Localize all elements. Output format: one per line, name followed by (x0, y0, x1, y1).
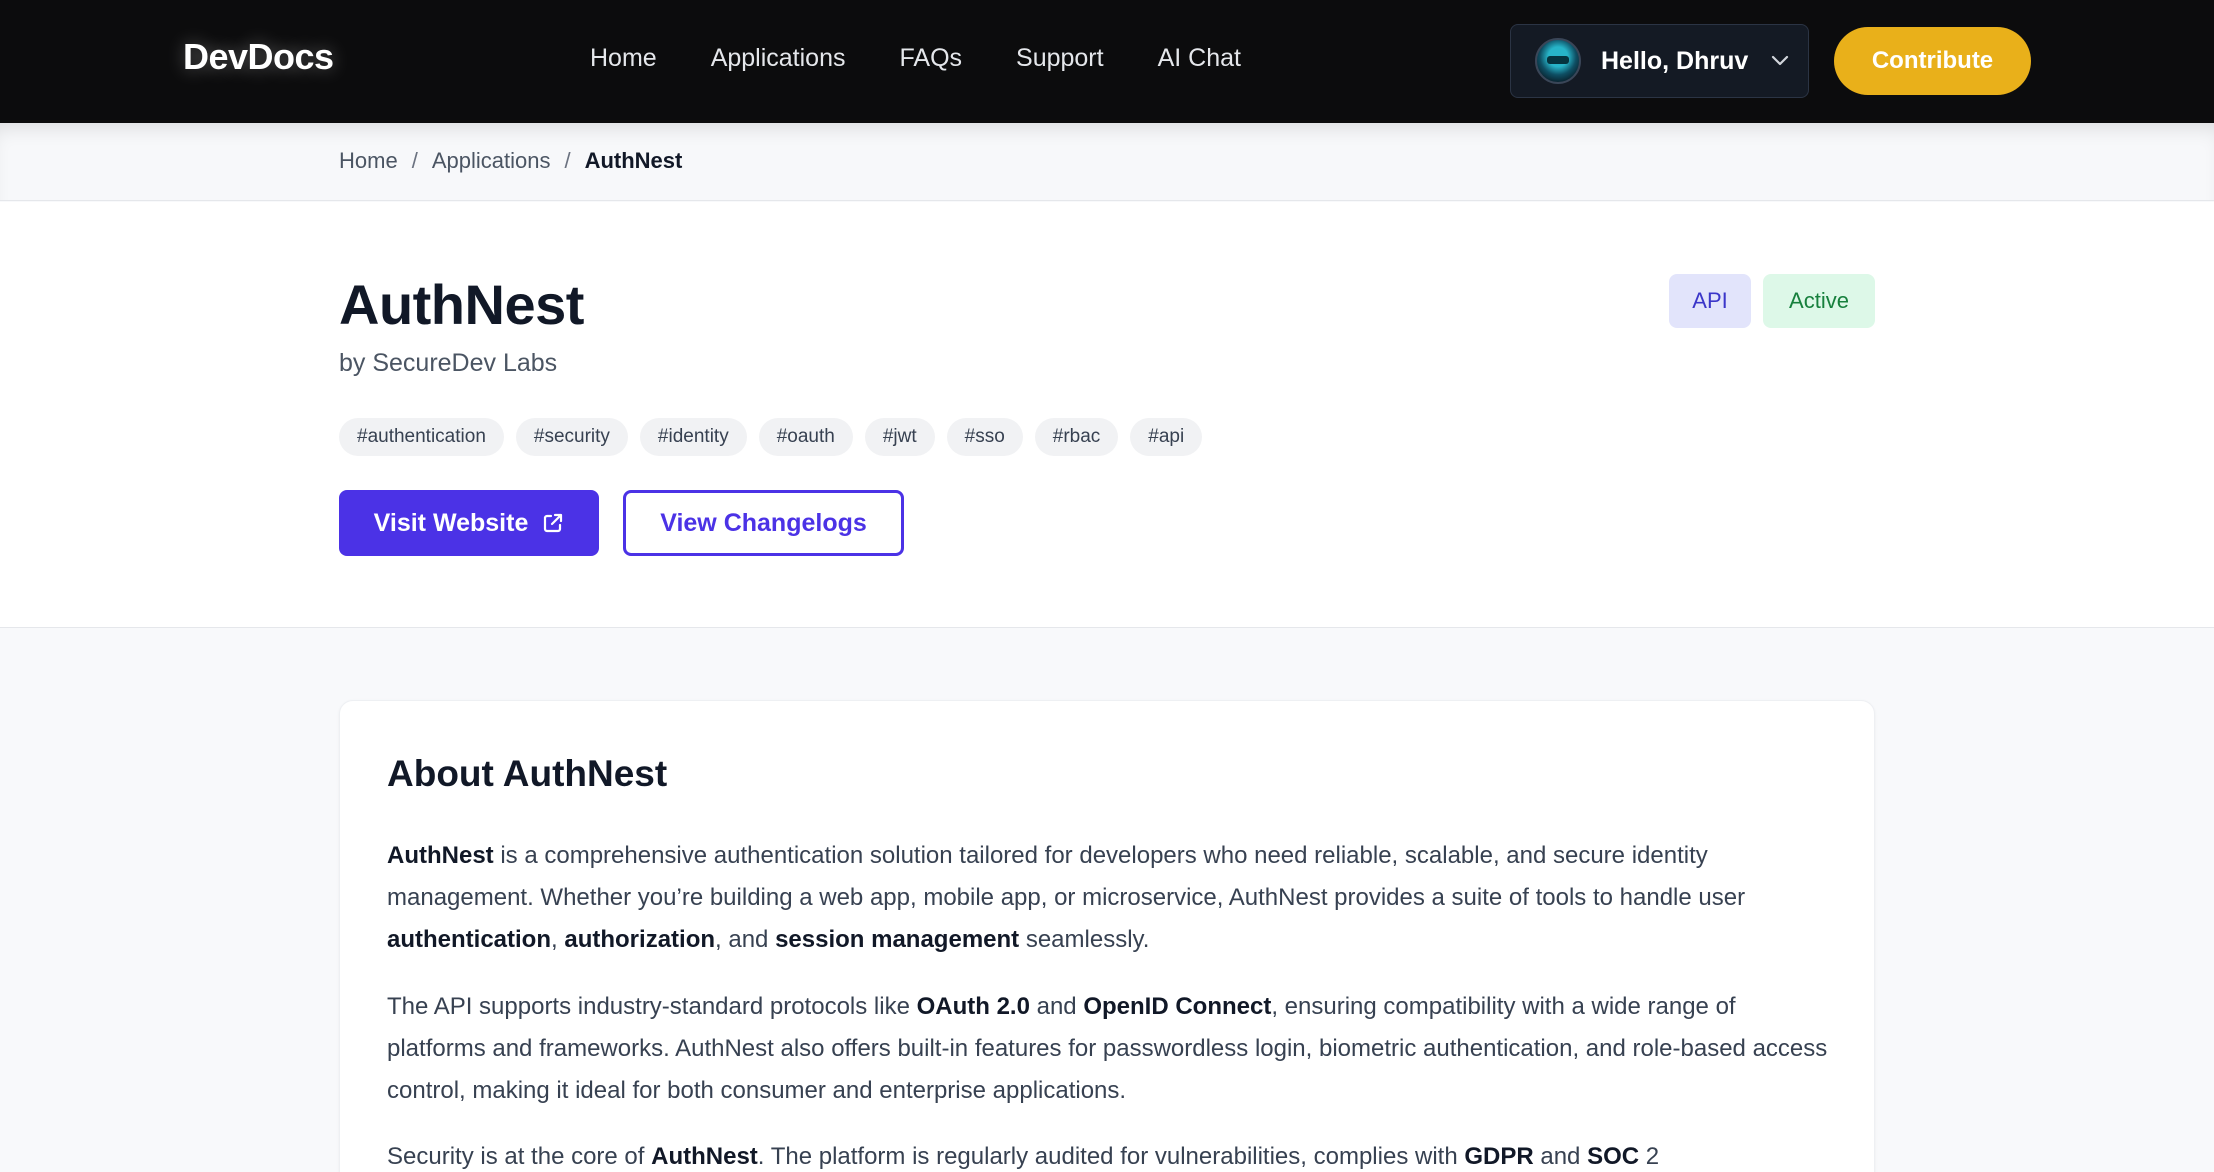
bold-text: AuthNest (651, 1143, 758, 1170)
about-paragraph-3: Security is at the core of AuthNest. The… (387, 1136, 1837, 1172)
tag-api[interactable]: #api (1130, 418, 1203, 456)
breadcrumb-bar: Home / Applications / AuthNest (0, 123, 2214, 201)
tag-oauth[interactable]: #oauth (758, 418, 853, 456)
about-paragraph-2: The API supports industry-standard proto… (387, 986, 1837, 1112)
breadcrumb-home[interactable]: Home (339, 148, 398, 174)
text-span: , (551, 926, 565, 953)
visit-website-button[interactable]: Visit Website (339, 490, 599, 556)
text-span: . The platform is regularly audited for … (757, 1143, 1465, 1170)
tag-jwt[interactable]: #jwt (864, 418, 935, 456)
bold-text: OAuth 2.0 (916, 993, 1030, 1020)
about-card: About AuthNest AuthNest is a comprehensi… (339, 700, 1875, 1172)
breadcrumb-separator: / (564, 148, 571, 173)
nav-applications[interactable]: Applications (711, 44, 846, 73)
bold-text: session management (775, 926, 1020, 953)
app-header-section: AuthNest by SecureDev Labs API Active #a… (0, 202, 2214, 628)
badge-group: API Active (1669, 274, 1875, 328)
bold-text: authorization (564, 926, 716, 953)
tag-sso[interactable]: #sso (946, 418, 1023, 456)
bold-text: SOC (1587, 1143, 1640, 1170)
tag-security[interactable]: #security (515, 418, 628, 456)
text-span: and (1029, 993, 1084, 1020)
about-heading: About AuthNest (387, 753, 668, 794)
text-span: Security is at the core of (387, 1143, 652, 1170)
text-span: seamlessly. (1019, 926, 1150, 953)
text-span: and (1533, 1143, 1588, 1170)
bold-text: authentication (387, 926, 552, 953)
tag-list: #authentication #security #identity #oau… (339, 418, 1214, 456)
user-greeting: Hello, Dhruv (1601, 46, 1749, 75)
breadcrumb-separator: / (411, 148, 418, 173)
status-badge: Active (1763, 274, 1875, 328)
external-link-icon (542, 512, 564, 534)
nav-home[interactable]: Home (590, 44, 657, 73)
breadcrumb-applications[interactable]: Applications (432, 148, 551, 174)
visit-website-label: Visit Website (373, 508, 529, 537)
bold-text: GDPR (1464, 1143, 1534, 1170)
main-nav: Home Applications FAQs Support AI Chat (590, 44, 1295, 73)
user-menu-button[interactable]: Hello, Dhruv (1510, 24, 1809, 98)
nav-ai-chat[interactable]: AI Chat (1158, 44, 1241, 73)
page-title: AuthNest (339, 273, 584, 336)
view-changelogs-button[interactable]: View Changelogs (623, 490, 904, 556)
chevron-down-icon (1770, 51, 1790, 71)
text-span: is a comprehensive authentication soluti… (387, 842, 1746, 911)
text-span: 2 (1639, 1143, 1660, 1170)
text-span: The API supports industry-standard proto… (387, 993, 917, 1020)
app-byline: by SecureDev Labs (339, 349, 558, 377)
brand-logo[interactable]: DevDocs (183, 36, 334, 78)
tag-authentication[interactable]: #authentication (339, 418, 504, 456)
action-buttons: Visit Website View Changelogs (339, 490, 904, 556)
nav-faqs[interactable]: FAQs (900, 44, 963, 73)
contribute-button[interactable]: Contribute (1834, 27, 2031, 95)
avatar (1535, 38, 1581, 84)
nav-support[interactable]: Support (1016, 44, 1104, 73)
about-paragraph-1: AuthNest is a comprehensive authenticati… (387, 835, 1837, 961)
type-badge: API (1669, 274, 1751, 328)
bold-text: AuthNest (387, 842, 494, 869)
bold-text: OpenID Connect (1083, 993, 1272, 1020)
breadcrumb-current: AuthNest (584, 148, 683, 173)
breadcrumb: Home / Applications / AuthNest (339, 148, 682, 174)
top-navbar: DevDocs Home Applications FAQs Support A… (0, 0, 2214, 123)
text-span: , and (715, 926, 776, 953)
tag-identity[interactable]: #identity (639, 418, 747, 456)
tag-rbac[interactable]: #rbac (1034, 418, 1119, 456)
